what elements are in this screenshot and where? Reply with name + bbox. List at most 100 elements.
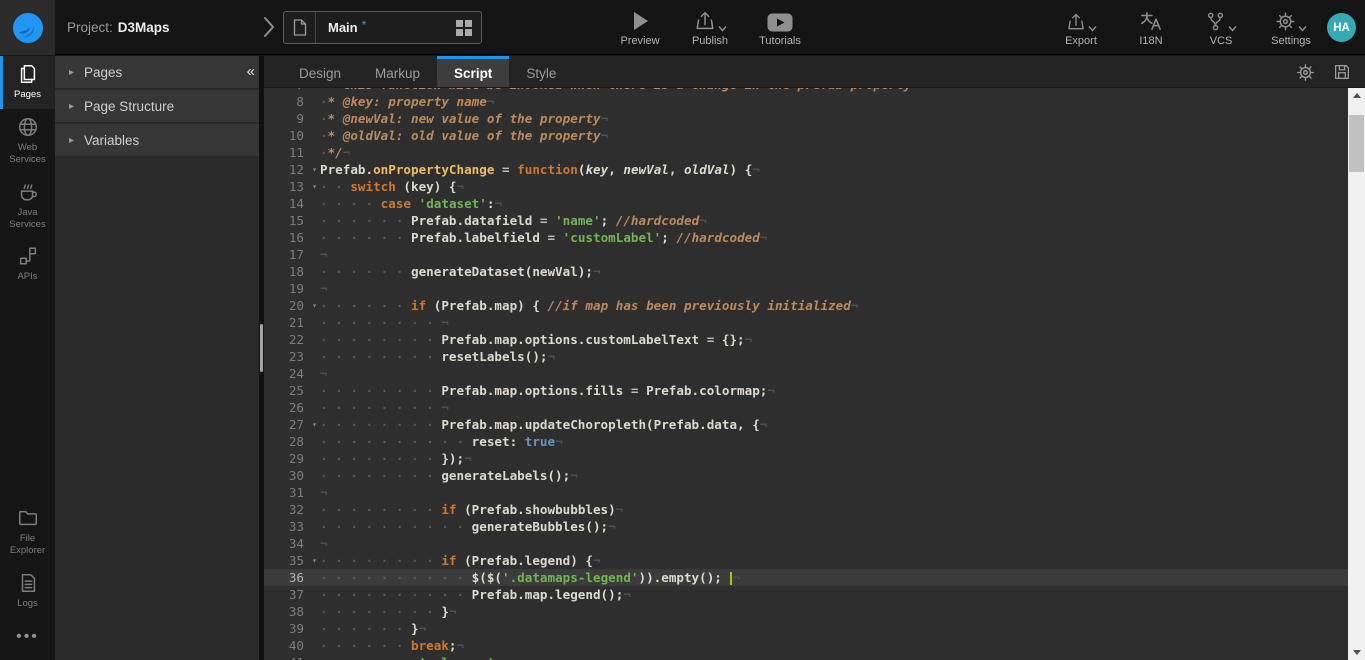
scrollbar-down-arrow[interactable]	[1348, 645, 1365, 660]
collapse-panel-icon[interactable]: «	[247, 63, 255, 80]
panel-section-variables[interactable]: ▸Variables	[55, 124, 259, 157]
code-line[interactable]: 21· · · · · · · · ¬	[264, 314, 1348, 331]
fold-arrow-icon[interactable]: ▾	[312, 297, 317, 314]
code-line[interactable]: 41· · · · case 'colormap':¬	[264, 654, 1348, 660]
line-number[interactable]: 35▾	[264, 552, 320, 569]
code-line[interactable]: 33· · · · · · · · · · generateBubbles();…	[264, 518, 1348, 535]
save-icon[interactable]	[1333, 63, 1351, 81]
fold-arrow-icon[interactable]: ▾	[312, 552, 317, 569]
code-line[interactable]: 14· · · · case 'dataset':¬	[264, 195, 1348, 212]
code-line[interactable]: 26· · · · · · · · ¬	[264, 399, 1348, 416]
code-line[interactable]: 37· · · · · · · · · · Prefab.map.legend(…	[264, 586, 1348, 603]
line-number[interactable]: 20▾	[264, 297, 320, 314]
scrollbar-thumb[interactable]	[1349, 115, 1364, 172]
code-line[interactable]: 15· · · · · · Prefab.datafield = 'name';…	[264, 212, 1348, 229]
code-line[interactable]: 28· · · · · · · · · · reset: true¬	[264, 433, 1348, 450]
sidebar-item-pages[interactable]: Pages	[0, 56, 55, 109]
sidebar-item-logs[interactable]: Logs	[0, 565, 55, 618]
scrollbar-up-arrow[interactable]	[1348, 88, 1365, 103]
line-number[interactable]: 24	[264, 365, 320, 382]
line-number[interactable]: 11	[264, 144, 320, 161]
line-number[interactable]: 41	[264, 654, 320, 660]
open-page-tab-main[interactable]: Main *	[283, 11, 482, 44]
sidebar-item-web-services[interactable]: Web Services	[0, 109, 55, 174]
line-number[interactable]: 17	[264, 246, 320, 263]
code-line[interactable]: 38· · · · · · · · }¬	[264, 603, 1348, 620]
line-number[interactable]: 14	[264, 195, 320, 212]
app-logo[interactable]	[0, 0, 55, 55]
code-line[interactable]: 10·* @oldVal: old value of the property¬	[264, 127, 1348, 144]
line-number[interactable]: 19	[264, 280, 320, 297]
code-line[interactable]: 17¬	[264, 246, 1348, 263]
script-code-editor[interactable]: 7·* this function will be invoked when t…	[264, 88, 1365, 660]
line-number[interactable]: 15	[264, 212, 320, 229]
code-line[interactable]: 11·*/¬	[264, 144, 1348, 161]
topbar-i18n-button[interactable]: I18N	[1129, 8, 1173, 47]
tab-script[interactable]: Script	[437, 56, 509, 87]
fold-arrow-icon[interactable]: ▾	[312, 416, 317, 433]
sidebar-item-file-explorer[interactable]: File Explorer	[0, 500, 55, 565]
code-line[interactable]: 9·* @newVal: new value of the property¬	[264, 110, 1348, 127]
user-avatar[interactable]: HA	[1327, 13, 1356, 42]
code-line[interactable]: 16· · · · · · Prefab.labelfield = 'custo…	[264, 229, 1348, 246]
line-number[interactable]: 32	[264, 501, 320, 518]
line-number[interactable]: 36	[264, 569, 320, 586]
sidebar-more-button[interactable]: •••	[0, 618, 55, 660]
topbar-vcs-button[interactable]: VCS	[1199, 8, 1243, 47]
line-number[interactable]: 23	[264, 348, 320, 365]
line-number[interactable]: 25	[264, 382, 320, 399]
topbar-tutorials-button[interactable]: Tutorials	[758, 8, 802, 47]
code-line-active[interactable]: 36· · · · · · · · · · $($('.datamaps-leg…	[264, 569, 1348, 586]
line-number[interactable]: 26	[264, 399, 320, 416]
script-settings-gear-icon[interactable]	[1296, 63, 1315, 82]
code-line[interactable]: 40· · · · · · break;¬	[264, 637, 1348, 654]
topbar-settings-button[interactable]: Settings	[1269, 8, 1313, 47]
panel-scrollbar-thumb[interactable]	[260, 324, 263, 372]
panel-section-pages[interactable]: ▸Pages«	[55, 56, 259, 89]
code-line[interactable]: 20▾· · · · · · if (Prefab.map) { //if ma…	[264, 297, 1348, 314]
breadcrumb-chevron-icon[interactable]	[262, 14, 276, 40]
code-line[interactable]: 18· · · · · · generateDataset(newVal);¬	[264, 263, 1348, 280]
line-number[interactable]: 33	[264, 518, 320, 535]
line-number[interactable]: 38	[264, 603, 320, 620]
line-number[interactable]: 28	[264, 433, 320, 450]
fold-arrow-icon[interactable]: ▾	[312, 178, 317, 195]
code-line[interactable]: 34¬	[264, 535, 1348, 552]
editor-vertical-scrollbar[interactable]	[1348, 88, 1365, 660]
line-number[interactable]: 27▾	[264, 416, 320, 433]
line-number[interactable]: 34	[264, 535, 320, 552]
tab-markup[interactable]: Markup	[358, 56, 437, 87]
line-number[interactable]: 8	[264, 93, 320, 110]
code-line[interactable]: 22· · · · · · · · Prefab.map.options.cus…	[264, 331, 1348, 348]
line-number[interactable]: 29	[264, 450, 320, 467]
line-number[interactable]: 21	[264, 314, 320, 331]
topbar-publish-button[interactable]: Publish	[688, 8, 732, 47]
code-line[interactable]: 23· · · · · · · · resetLabels();¬	[264, 348, 1348, 365]
line-number[interactable]: 9	[264, 110, 320, 127]
code-line[interactable]: 32· · · · · · · · if (Prefab.showbubbles…	[264, 501, 1348, 518]
code-line[interactable]: 35▾· · · · · · · · if (Prefab.legend) {¬	[264, 552, 1348, 569]
fold-arrow-icon[interactable]: ▾	[312, 161, 317, 178]
sidebar-item-apis[interactable]: APIs	[0, 238, 55, 291]
code-line[interactable]: 24¬	[264, 365, 1348, 382]
line-number[interactable]: 16	[264, 229, 320, 246]
topbar-preview-button[interactable]: Preview	[618, 8, 662, 47]
line-number[interactable]: 18	[264, 263, 320, 280]
code-line[interactable]: 13▾· · switch (key) {¬	[264, 178, 1348, 195]
sidebar-item-java-services[interactable]: Java Services	[0, 174, 55, 239]
line-number[interactable]: 40	[264, 637, 320, 654]
code-line[interactable]: 25· · · · · · · · Prefab.map.options.fil…	[264, 382, 1348, 399]
panel-section-page-structure[interactable]: ▸Page Structure	[55, 90, 259, 123]
code-line[interactable]: 39· · · · · · }¬	[264, 620, 1348, 637]
pages-grid-icon[interactable]	[455, 19, 473, 37]
line-number[interactable]: 10	[264, 127, 320, 144]
line-number[interactable]: 30	[264, 467, 320, 484]
code-line[interactable]: 31¬	[264, 484, 1348, 501]
code-line[interactable]: 8·* @key: property name¬	[264, 93, 1348, 110]
line-number[interactable]: 37	[264, 586, 320, 603]
code-line[interactable]: 27▾· · · · · · · · Prefab.map.updateChor…	[264, 416, 1348, 433]
code-line[interactable]: 30· · · · · · · · generateLabels();¬	[264, 467, 1348, 484]
tab-style[interactable]: Style	[509, 56, 573, 87]
code-line[interactable]: 12▾Prefab.onPropertyChange = function(ke…	[264, 161, 1348, 178]
code-line[interactable]: 19¬	[264, 280, 1348, 297]
